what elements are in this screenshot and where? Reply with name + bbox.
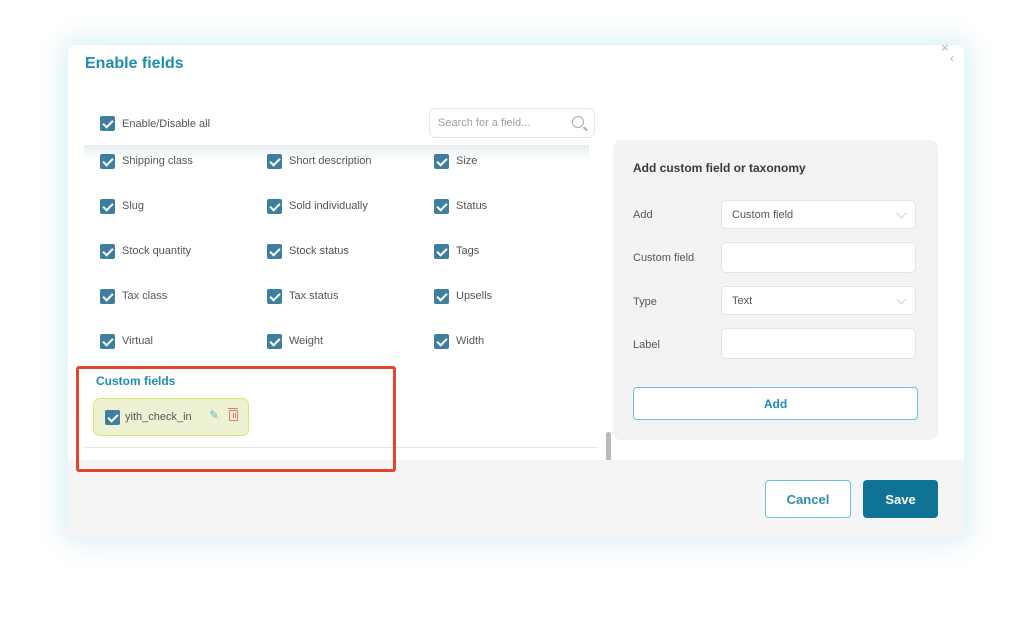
field-type-select[interactable]: Text xyxy=(721,286,916,315)
trash-icon[interactable] xyxy=(228,407,238,421)
field-label: Sold individually xyxy=(289,200,368,212)
field-checkbox-tax-status[interactable]: Tax status xyxy=(267,288,434,304)
checkbox-checked-icon[interactable] xyxy=(105,409,120,425)
checkbox-checked-icon xyxy=(434,288,449,304)
checkbox-checked-icon xyxy=(267,288,282,304)
field-checkbox-slug[interactable]: Slug xyxy=(100,198,267,214)
add-type-label: Add xyxy=(633,209,653,221)
checkbox-checked-icon xyxy=(100,116,115,131)
checkbox-checked-icon xyxy=(434,243,449,259)
pencil-icon[interactable]: ✎ xyxy=(209,409,221,421)
search-input[interactable] xyxy=(438,117,558,129)
custom-field-item[interactable]: yith_check_in ✎ xyxy=(93,398,249,436)
checkbox-checked-icon xyxy=(267,153,282,169)
dialog-footer: Cancel Save xyxy=(68,460,964,537)
field-checkbox-weight[interactable]: Weight xyxy=(267,333,434,349)
field-checkbox-stock-status[interactable]: Stock status xyxy=(267,243,434,259)
fields-list: Shipping class Short description Size Sl… xyxy=(84,145,611,537)
field-checkbox-status[interactable]: Status xyxy=(434,198,584,214)
field-label: Stock quantity xyxy=(122,245,192,257)
checkbox-checked-icon xyxy=(100,333,115,349)
field-checkbox-stock-quantity[interactable]: Stock quantity xyxy=(100,243,267,259)
field-checkbox-tags[interactable]: Tags xyxy=(434,243,584,259)
field-label: Weight xyxy=(289,335,324,347)
field-checkbox-width[interactable]: Width xyxy=(434,333,584,349)
field-label: Virtual xyxy=(122,335,153,347)
checkbox-checked-icon xyxy=(267,333,282,349)
field-checkbox-upsells[interactable]: Upsells xyxy=(434,288,584,304)
custom-field-actions: ✎ xyxy=(209,407,238,421)
panel-title: Add custom field or taxonomy xyxy=(633,161,806,175)
checkbox-checked-icon xyxy=(100,153,115,169)
checkbox-checked-icon xyxy=(434,333,449,349)
field-checkbox-size[interactable]: Size xyxy=(434,153,584,169)
checkbox-checked-icon xyxy=(100,243,115,259)
add-custom-field-panel: Add custom field or taxonomy Add Custom … xyxy=(613,140,938,440)
enable-all-checkbox[interactable]: Enable/Disable all xyxy=(100,116,210,131)
chevron-left-icon: ‹ xyxy=(950,51,954,65)
checkbox-checked-icon xyxy=(434,153,449,169)
checkbox-checked-icon xyxy=(267,198,282,214)
field-label: Stock status xyxy=(289,245,349,257)
field-type-label: Type xyxy=(633,296,657,308)
field-label: Shipping class xyxy=(122,155,193,167)
checkbox-checked-icon xyxy=(100,198,115,214)
field-label: Status xyxy=(456,200,488,212)
field-label: Width xyxy=(456,335,485,347)
field-checkbox-short-description[interactable]: Short description xyxy=(267,153,434,169)
enable-fields-dialog: Enable fields Enable/Disable all Shippin… xyxy=(68,45,964,537)
field-label: Upsells xyxy=(456,290,493,302)
field-label-input[interactable] xyxy=(721,328,916,359)
close-icon: × xyxy=(941,40,949,55)
custom-field-name-input[interactable] xyxy=(721,242,916,273)
chevron-down-icon xyxy=(896,294,907,305)
field-label: Short description xyxy=(289,155,372,167)
checkbox-checked-icon xyxy=(100,288,115,304)
field-label-label: Label xyxy=(633,339,660,351)
field-label: Tax class xyxy=(122,290,168,302)
enable-all-label: Enable/Disable all xyxy=(122,117,211,130)
custom-fields-heading: Custom fields xyxy=(96,374,176,388)
field-checkbox-tax-class[interactable]: Tax class xyxy=(100,288,267,304)
field-checkbox-shipping-class[interactable]: Shipping class xyxy=(100,153,267,169)
add-field-button[interactable]: Add xyxy=(633,387,918,420)
checkbox-checked-icon xyxy=(434,198,449,214)
save-button[interactable]: Save xyxy=(863,480,938,518)
add-type-select[interactable]: Custom field xyxy=(721,200,916,229)
field-label: Slug xyxy=(122,200,145,212)
chevron-down-icon xyxy=(896,208,907,219)
field-label: Tax status xyxy=(289,290,339,302)
close-button[interactable]: × ‹ xyxy=(938,40,960,64)
search-icon[interactable] xyxy=(572,116,584,128)
field-checkbox-virtual[interactable]: Virtual xyxy=(100,333,267,349)
custom-field-label: yith_check_in xyxy=(125,411,192,423)
field-type-value: Text xyxy=(732,294,753,307)
field-checkbox-sold-individually[interactable]: Sold individually xyxy=(267,198,434,214)
field-label: Tags xyxy=(456,245,480,257)
add-type-value: Custom field xyxy=(732,208,794,221)
fields-grid: Shipping class Short description Size Sl… xyxy=(100,153,584,349)
search-field[interactable] xyxy=(429,108,595,138)
dialog-title: Enable fields xyxy=(85,55,184,72)
custom-field-name-label: Custom field xyxy=(633,252,695,264)
checkbox-checked-icon xyxy=(267,243,282,259)
field-label: Size xyxy=(456,155,478,167)
cancel-button[interactable]: Cancel xyxy=(765,480,851,518)
